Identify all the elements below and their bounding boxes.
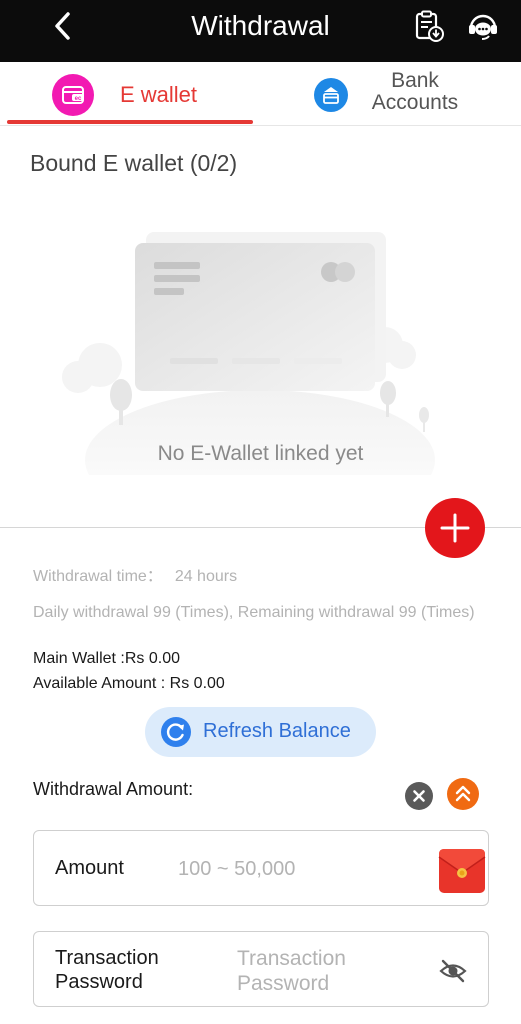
amount-field-label: Amount <box>55 857 124 879</box>
refresh-icon <box>161 717 191 747</box>
toggle-password-visibility-button[interactable] <box>438 956 468 986</box>
collapse-button[interactable] <box>447 778 479 810</box>
active-tab-indicator <box>7 120 253 124</box>
withdrawal-amount-label: Withdrawal Amount: <box>33 779 194 799</box>
transaction-password-field: Transaction Password Transaction Passwor… <box>33 931 489 1007</box>
amount-input[interactable] <box>178 855 408 883</box>
main-wallet-balance: Main Wallet :Rs 0.00 <box>33 650 181 667</box>
wallet-tabs: ec E wallet Bank Accounts <box>0 62 521 126</box>
close-circle-icon <box>413 790 425 802</box>
clipboard-download-icon <box>415 10 444 42</box>
refresh-balance-label: Refresh Balance <box>203 720 351 742</box>
withdrawal-time-value: 24 hours <box>174 568 238 585</box>
amount-field: Amount <box>33 830 489 906</box>
tab-e-wallet[interactable]: ec E wallet <box>0 62 260 126</box>
withdrawal-records-button[interactable] <box>412 9 446 43</box>
bound-e-wallet-title: Bound E wallet (0/2) <box>30 150 238 176</box>
headset-chat-icon <box>469 14 497 40</box>
withdrawal-time-label: Withdrawal time： <box>33 568 163 585</box>
svg-text:ec: ec <box>75 96 82 102</box>
tab-e-wallet-label: E wallet <box>120 82 198 107</box>
tab-bank-accounts-label: Bank Accounts <box>371 69 459 114</box>
tab-bank-accounts[interactable]: Bank Accounts <box>260 62 521 126</box>
eye-off-icon <box>439 959 467 983</box>
red-envelope-icon <box>438 849 486 893</box>
transaction-password-label: Transaction Password <box>55 947 159 993</box>
customer-support-button[interactable] <box>466 9 500 43</box>
clear-amount-button[interactable] <box>405 782 433 810</box>
red-envelope-button[interactable] <box>433 843 491 899</box>
withdrawal-time-row: Withdrawal time： 24 hours <box>33 562 237 586</box>
plus-icon <box>440 513 470 543</box>
top-header: Withdrawal <box>0 0 521 62</box>
available-amount: Available Amount : Rs 0.00 <box>33 675 225 692</box>
transaction-password-input[interactable]: Transaction Password <box>237 946 387 996</box>
empty-wallet-illustration <box>50 225 450 530</box>
add-e-wallet-button[interactable] <box>425 498 485 558</box>
wallet-icon: ec <box>52 74 94 116</box>
double-chevron-up-icon <box>455 785 471 802</box>
daily-withdrawal-text: Daily withdrawal 99 (Times), Remaining w… <box>33 604 475 621</box>
bank-card-icon <box>314 78 348 112</box>
empty-state-text: No E-Wallet linked yet <box>157 442 364 465</box>
refresh-balance-button[interactable]: Refresh Balance <box>145 707 376 757</box>
withdrawal-page: Withdrawal ec E wallet Bank Accounts Bou… <box>0 0 521 1024</box>
